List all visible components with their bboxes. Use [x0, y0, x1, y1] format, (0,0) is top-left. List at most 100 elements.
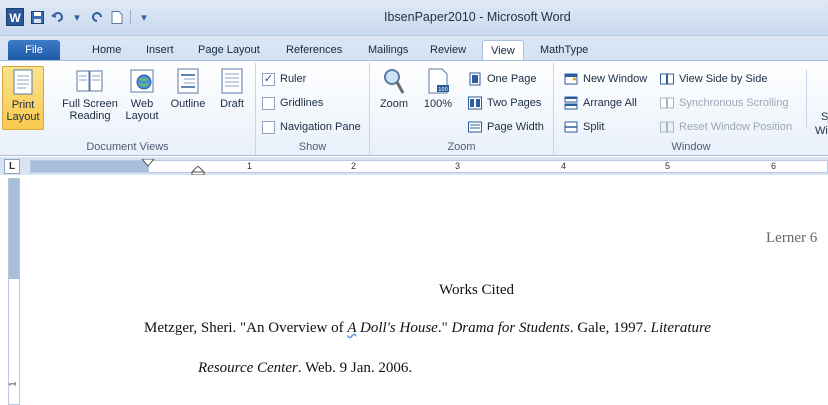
navigation-pane-checkbox-label: Navigation Pane	[280, 121, 361, 133]
full-screen-reading-label-2: Reading	[69, 110, 111, 122]
new-document-icon[interactable]	[110, 10, 124, 24]
hanging-indent-marker-icon[interactable]	[191, 166, 205, 175]
new-window-icon	[564, 73, 578, 85]
left-margin-area	[31, 161, 149, 172]
one-page-button[interactable]: One Page	[468, 69, 537, 89]
tab-selector[interactable]: L	[4, 159, 20, 174]
quick-access-toolbar: W ▾ ▾	[6, 8, 151, 26]
save-icon[interactable]	[30, 10, 44, 24]
tab-file[interactable]: File	[8, 40, 60, 60]
gridlines-checkbox-label: Gridlines	[280, 97, 324, 109]
zoom-100-label: 100%	[423, 98, 453, 110]
synchronous-scrolling-button[interactable]: Synchronous Scrolling	[660, 93, 788, 113]
print-layout-icon	[13, 69, 33, 95]
ruler-bar: L 1 2 3 4 5 6	[0, 157, 828, 175]
word-app-icon[interactable]: W	[6, 8, 24, 26]
navigation-pane-check-box-icon	[262, 120, 275, 134]
ruler-number-2: 2	[351, 161, 357, 171]
dropdown-arrow-icon[interactable]: ▾	[70, 10, 84, 24]
web-layout-label-1: Web	[130, 98, 154, 110]
tab-mathtype[interactable]: MathType	[532, 40, 596, 60]
tab-mailings[interactable]: Mailings	[360, 40, 416, 60]
citation-part-2: ."	[437, 320, 452, 336]
ruler-checkbox-label: Ruler	[280, 73, 307, 85]
ribbon: Print Layout Full Screen Reading Web Lay…	[0, 60, 828, 156]
vertical-ruler[interactable]: 1	[8, 178, 20, 405]
split-label: Split	[583, 121, 605, 133]
full-screen-reading-label-1: Full Screen	[62, 98, 118, 110]
draft-icon	[221, 68, 243, 94]
zoom-group-label: Zoom	[447, 141, 476, 153]
customize-qat-icon[interactable]: ▾	[137, 10, 151, 24]
show-group-label: Show	[298, 141, 327, 153]
full-screen-reading-button[interactable]: Full Screen Reading	[62, 66, 118, 130]
page-width-label: Page Width	[487, 121, 544, 133]
ruler-number-5: 5	[665, 161, 671, 171]
page-width-button[interactable]: Page Width	[468, 117, 544, 137]
citation-part-1: Metzger, Sheri. "An Overview of	[144, 320, 348, 336]
switch-windows-button[interactable]: S Wi	[806, 69, 828, 137]
ruler-number-3: 3	[455, 161, 461, 171]
top-margin-area	[9, 179, 19, 279]
horizontal-ruler[interactable]: 1 2 3 4 5 6	[30, 159, 828, 175]
reset-window-position-label: Reset Window Position	[679, 121, 793, 133]
outline-label: Outline	[170, 98, 206, 110]
print-layout-button[interactable]: Print Layout	[2, 66, 44, 130]
switch-windows-label-1: S	[821, 111, 828, 123]
ruler-checkbox[interactable]: ✓ Ruler	[262, 69, 306, 89]
ruler-number-4: 4	[561, 161, 567, 171]
magnifier-icon	[384, 69, 405, 94]
split-button[interactable]: Split	[564, 117, 604, 137]
draft-label: Draft	[220, 98, 244, 110]
svg-text:100: 100	[438, 87, 448, 93]
tab-home[interactable]: Home	[84, 40, 129, 60]
switch-windows-label-2: Wi	[815, 125, 828, 137]
web-layout-button[interactable]: Web Layout	[120, 66, 164, 130]
full-screen-reading-icon	[76, 70, 103, 92]
web-layout-label-2: Layout	[125, 110, 159, 122]
synchronous-scrolling-icon	[660, 97, 674, 109]
zoom-100-button[interactable]: 100 100%	[418, 66, 458, 130]
ribbon-tabs: File Home Insert Page Layout References …	[0, 36, 828, 60]
document-page[interactable]: Lerner 6 Works Cited Metzger, Sheri. "An…	[22, 176, 828, 405]
print-layout-label-2: Layout	[6, 111, 40, 123]
group-window: New Window Arrange All Split View Side b…	[554, 63, 828, 155]
citation-journal: Drama for Students	[451, 320, 570, 336]
group-document-views: Print Layout Full Screen Reading Web Lay…	[0, 63, 256, 155]
ruler-number-1: 1	[247, 161, 253, 171]
page-header: Lerner 6	[766, 230, 818, 246]
first-line-indent-marker-icon[interactable]	[141, 159, 155, 167]
one-page-label: One Page	[487, 73, 537, 85]
tab-review[interactable]: Review	[422, 40, 474, 60]
web-layout-icon	[130, 69, 154, 93]
outline-button[interactable]: Outline	[166, 66, 210, 130]
view-side-by-side-label: View Side by Side	[679, 73, 768, 85]
view-side-by-side-button[interactable]: View Side by Side	[660, 69, 767, 89]
gridlines-checkbox[interactable]: Gridlines	[262, 93, 323, 113]
reset-window-position-button[interactable]: Reset Window Position	[660, 117, 792, 137]
undo-icon[interactable]	[50, 10, 64, 24]
draft-button[interactable]: Draft	[210, 66, 254, 130]
citation-database-2: Resource Center	[198, 360, 298, 376]
gridlines-check-box-icon	[262, 96, 275, 110]
new-window-button[interactable]: New Window	[564, 69, 647, 89]
document-views-group-label: Document Views	[86, 141, 169, 153]
redo-icon[interactable]	[90, 10, 104, 24]
zoom-button[interactable]: Zoom	[374, 66, 414, 130]
group-zoom: Zoom 100 100% One Page Two Pages Page Wi…	[370, 63, 554, 155]
tab-insert[interactable]: Insert	[138, 40, 182, 60]
citation-part-4: . Web. 9 Jan. 2006.	[297, 360, 413, 376]
two-pages-button[interactable]: Two Pages	[468, 93, 541, 113]
citation-line-1: Metzger, Sheri. "An Overview of A Doll's…	[144, 320, 711, 337]
tab-page-layout[interactable]: Page Layout	[190, 40, 268, 60]
citation-database-1: Literature	[650, 320, 711, 336]
view-side-by-side-icon	[660, 73, 674, 85]
tab-view[interactable]: View	[482, 40, 524, 60]
arrange-all-button[interactable]: Arrange All	[564, 93, 637, 113]
arrange-all-label: Arrange All	[583, 97, 637, 109]
citation-line-2: Resource Center. Web. 9 Jan. 2006.	[198, 360, 412, 377]
tab-references[interactable]: References	[278, 40, 350, 60]
vertical-ruler-number-1: 1	[7, 381, 18, 387]
qat-separator	[130, 10, 131, 24]
navigation-pane-checkbox[interactable]: Navigation Pane	[262, 117, 361, 137]
